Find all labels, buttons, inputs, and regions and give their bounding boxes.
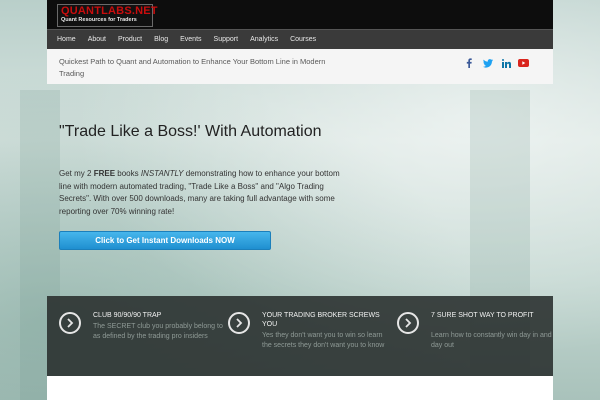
twitter-icon[interactable] <box>482 57 494 69</box>
main-navigation: Home About Product Blog Events Support A… <box>47 29 553 49</box>
feature-description: Yes they don't want you to win so learn … <box>262 332 385 349</box>
site-tagline: Quickest Path to Quant and Automation to… <box>59 57 326 78</box>
header: QUANTLABS.NET Quant Resources for Trader… <box>47 0 553 29</box>
chevron-right-icon[interactable] <box>59 312 81 334</box>
instant-download-button[interactable]: Click to Get Instant Downloads NOW <box>59 231 271 250</box>
hero-text-part: Get my 2 <box>59 169 94 178</box>
feature-title[interactable]: CLUB 90/90/90 TRAP <box>93 311 223 320</box>
feature-trading-broker[interactable]: YOUR TRADING BROKER SCREWS YOU Yes they … <box>228 310 384 370</box>
page-container: QUANTLABS.NET Quant Resources for Trader… <box>47 0 553 400</box>
feature-title[interactable]: 7 SURE SHOT WAY TO PROFIT <box>431 311 561 320</box>
feature-club-909090[interactable]: CLUB 90/90/90 TRAP The SECRET club you p… <box>59 310 223 370</box>
nav-product[interactable]: Product <box>118 36 142 43</box>
site-logo[interactable]: QUANTLABS.NET Quant Resources for Trader… <box>57 4 158 27</box>
content-area <box>47 376 553 400</box>
chevron-right-icon[interactable] <box>397 312 419 334</box>
hero-description: Get my 2 FREE books INSTANTLY demonstrat… <box>59 168 349 218</box>
nav-about[interactable]: About <box>88 36 106 43</box>
feature-sure-shot[interactable]: 7 SURE SHOT WAY TO PROFIT Learn how to c… <box>397 310 552 370</box>
nav-home[interactable]: Home <box>57 36 76 43</box>
logo-subtitle: Quant Resources for Traders <box>61 17 137 23</box>
feature-description: Learn how to constantly win day in and d… <box>431 332 552 349</box>
logo-title: QUANTLABS.NET <box>61 5 158 17</box>
hero-text-instantly: INSTANTLY <box>140 169 184 178</box>
tagline-bar: Quickest Path to Quant and Automation to… <box>47 49 553 84</box>
facebook-icon[interactable] <box>463 57 475 69</box>
nav-blog[interactable]: Blog <box>154 36 168 43</box>
nav-events[interactable]: Events <box>180 36 201 43</box>
nav-courses[interactable]: Courses <box>290 36 316 43</box>
nav-analytics[interactable]: Analytics <box>250 36 278 43</box>
hero-section: "Trade Like a Boss!' With Automation Get… <box>47 84 553 296</box>
linkedin-icon[interactable] <box>500 57 512 69</box>
youtube-icon[interactable] <box>517 57 529 69</box>
feature-description: The SECRET club you probably belong to a… <box>93 323 223 340</box>
features-strip: CLUB 90/90/90 TRAP The SECRET club you p… <box>47 296 553 376</box>
chevron-right-icon[interactable] <box>228 312 250 334</box>
hero-text-free: FREE <box>93 169 116 178</box>
hero-text-part: books <box>115 169 141 178</box>
feature-title[interactable]: YOUR TRADING BROKER SCREWS YOU <box>262 311 392 329</box>
nav-support[interactable]: Support <box>214 36 239 43</box>
hero-title: "Trade Like a Boss!' With Automation <box>59 123 322 140</box>
